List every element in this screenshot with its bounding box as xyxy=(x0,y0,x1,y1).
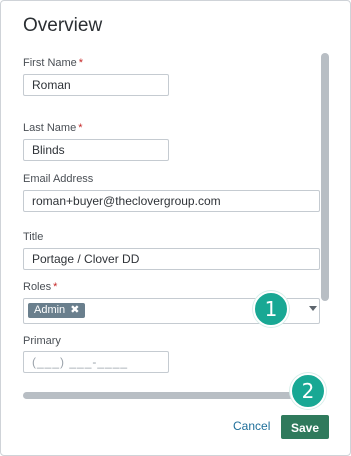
roles-label: Roles * xyxy=(23,281,57,293)
title-field[interactable]: Portage / Clover DD xyxy=(23,248,320,270)
phone-placeholder: (___) ___-____ xyxy=(32,355,129,369)
first-name-label-text: First Name xyxy=(23,57,77,69)
panel-title: Overview xyxy=(23,15,103,36)
roles-label-text: Roles xyxy=(23,281,52,293)
title-label: Title xyxy=(23,231,44,243)
required-marker: * xyxy=(78,122,83,134)
last-name-label-text: Last Name xyxy=(23,122,77,134)
vertical-scrollbar[interactable] xyxy=(321,53,329,301)
primary-label: Primary xyxy=(23,335,61,347)
chevron-down-icon[interactable] xyxy=(309,306,317,311)
first-name-field[interactable]: Roman xyxy=(23,74,169,96)
role-chip-admin: Admin ✖ xyxy=(28,303,86,318)
save-button[interactable]: Save xyxy=(281,415,329,439)
required-marker: * xyxy=(78,57,84,69)
overview-panel: Overview First Name * Roman Last Name * Bl… xyxy=(0,0,351,456)
cancel-button[interactable]: Cancel xyxy=(233,419,270,433)
email-label: Email Address xyxy=(23,173,94,185)
role-chip-label: Admin xyxy=(34,304,66,316)
step-badge-2: 2 xyxy=(290,373,326,409)
required-marker: * xyxy=(53,281,58,293)
step-badge-1: 1 xyxy=(253,291,289,327)
last-name-field[interactable]: Blinds xyxy=(23,139,169,161)
primary-phone-field[interactable]: (___) ___-____ xyxy=(23,351,169,373)
last-name-label: Last Name * xyxy=(23,122,82,134)
first-name-label: First Name * xyxy=(23,57,83,69)
horizontal-scrollbar[interactable] xyxy=(23,392,323,399)
email-field[interactable]: roman+buyer@theclovergroup.com xyxy=(23,190,320,212)
remove-chip-icon[interactable]: ✖ xyxy=(70,303,79,318)
